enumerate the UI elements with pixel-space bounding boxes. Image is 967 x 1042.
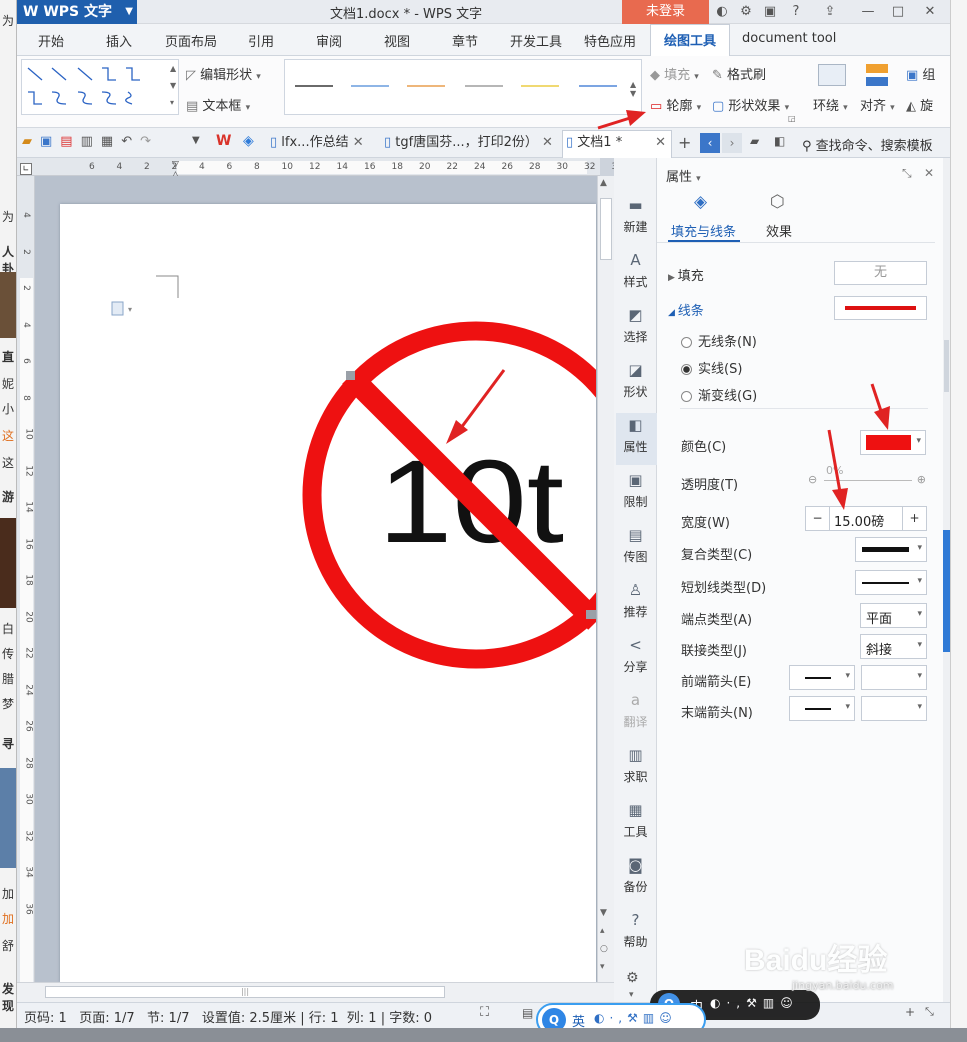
annotation-arrow bbox=[827, 429, 848, 510]
annotation-arrow bbox=[870, 383, 890, 430]
annotation-overlay bbox=[597, 110, 890, 510]
annotation-arrow bbox=[597, 110, 646, 130]
